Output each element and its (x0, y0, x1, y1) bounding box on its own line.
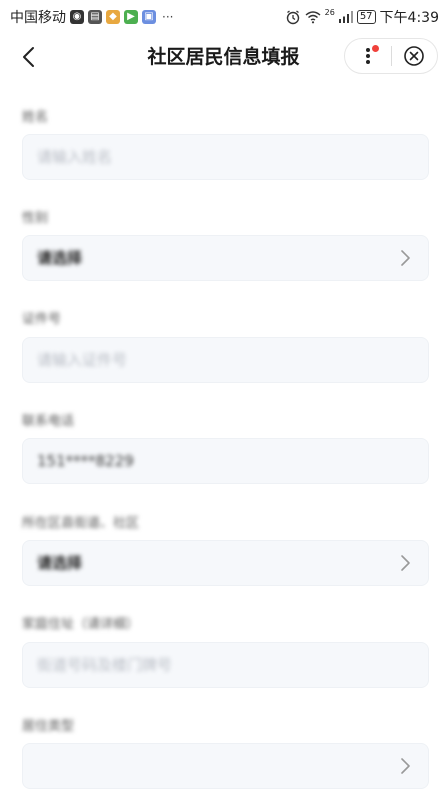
input-placeholder: 请输入姓名 (37, 148, 113, 166)
status-right: 26 57 下午4:39 (285, 7, 439, 27)
notification-shield-icon: ◆ (106, 10, 120, 24)
field-label: 性别 (22, 211, 49, 226)
input-value: 151****8229 (37, 452, 134, 470)
gender-select[interactable]: 请选择 (22, 235, 429, 281)
miniapp-capsule (344, 38, 438, 74)
notification-play-icon: ▶ (124, 10, 138, 24)
more-vertical-icon (365, 48, 370, 64)
battery-indicator: 57 (356, 10, 376, 24)
id-number-input[interactable]: 请输入证件号 (22, 337, 429, 383)
district-select[interactable]: 请选择 (22, 540, 429, 586)
field-label: 联系电话 (22, 414, 75, 429)
close-button[interactable] (391, 39, 437, 73)
phone-input[interactable]: 151****8229 (22, 438, 429, 484)
carrier-name: 中国移动 (10, 10, 66, 26)
clock: 下午4:39 (379, 10, 439, 26)
notification-message-icon: ▤ (88, 10, 102, 24)
notification-app-icon: ◉ (70, 10, 84, 24)
back-button[interactable] (16, 44, 40, 70)
wifi-icon (305, 11, 321, 24)
chevron-right-icon (401, 555, 410, 571)
notification-gallery-icon: ▣ (142, 10, 156, 24)
network-type: 26 (324, 7, 335, 17)
more-notifications-icon: ··· (162, 10, 174, 24)
more-button[interactable] (345, 39, 391, 73)
select-value: 请选择 (37, 249, 83, 267)
address-input[interactable]: 街道号码及楼门牌号 (22, 642, 429, 688)
status-left: 中国移动 ◉ ▤ ◆ ▶ ▣ ··· (10, 7, 173, 27)
field-label: 居住类型 (22, 719, 75, 734)
signal-icon (338, 11, 353, 23)
close-circle-icon (404, 46, 425, 66)
status-bar: 中国移动 ◉ ▤ ◆ ▶ ▣ ··· 26 57 下午4:39 (0, 0, 447, 34)
residence-type-select[interactable] (22, 743, 429, 789)
input-placeholder: 街道号码及楼门牌号 (37, 656, 173, 674)
field-label: 证件号 (22, 312, 62, 327)
name-input[interactable]: 请输入姓名 (22, 134, 429, 180)
select-value: 请选择 (37, 554, 83, 572)
chevron-right-icon (401, 250, 410, 266)
field-label: 家庭住址（请详细） (22, 617, 140, 632)
alarm-icon (286, 10, 299, 25)
chevron-left-icon (23, 47, 34, 67)
field-label: 姓名 (22, 110, 49, 125)
notification-dot (372, 45, 379, 52)
nav-bar: 社区居民信息填报 (0, 34, 447, 80)
field-label: 所在区县街道、社区 (22, 516, 140, 531)
input-placeholder: 请输入证件号 (37, 351, 128, 369)
chevron-right-icon (401, 758, 410, 774)
